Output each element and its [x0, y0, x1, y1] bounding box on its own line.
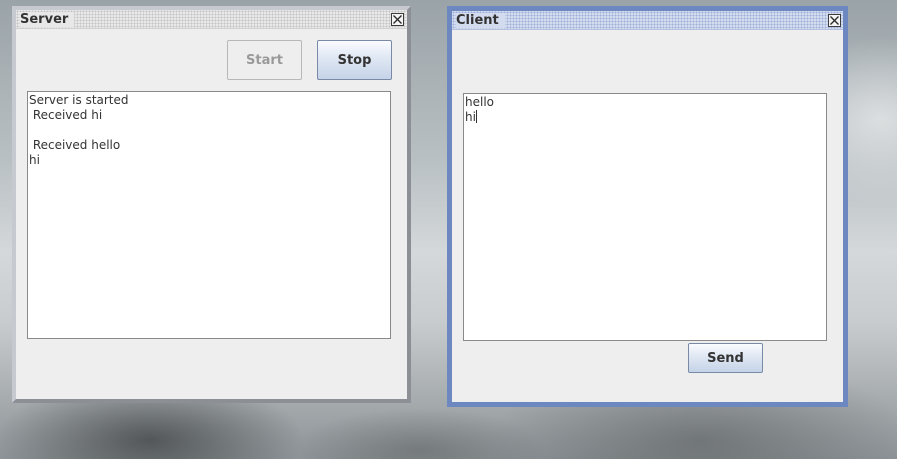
server-log-textarea[interactable]: Server is started Received hi Received h… — [27, 91, 391, 339]
client-window-title: Client — [456, 12, 505, 28]
server-window: Server Start Stop Server is started Rece… — [12, 6, 411, 403]
client-window: Client hello hi Send — [447, 6, 848, 407]
send-button[interactable]: Send — [688, 343, 763, 373]
server-window-title: Server — [20, 11, 75, 27]
stop-button[interactable]: Stop — [317, 40, 392, 80]
text-caret — [475, 110, 477, 123]
client-message-textarea[interactable]: hello hi — [463, 93, 827, 341]
server-close-button[interactable] — [391, 13, 404, 26]
close-icon — [393, 15, 402, 24]
close-icon — [830, 16, 839, 25]
client-titlebar[interactable]: Client — [452, 11, 843, 30]
start-button[interactable]: Start — [227, 40, 302, 80]
server-titlebar[interactable]: Server — [16, 10, 407, 29]
client-message-text: hello hi — [465, 95, 494, 124]
client-close-button[interactable] — [828, 14, 841, 27]
